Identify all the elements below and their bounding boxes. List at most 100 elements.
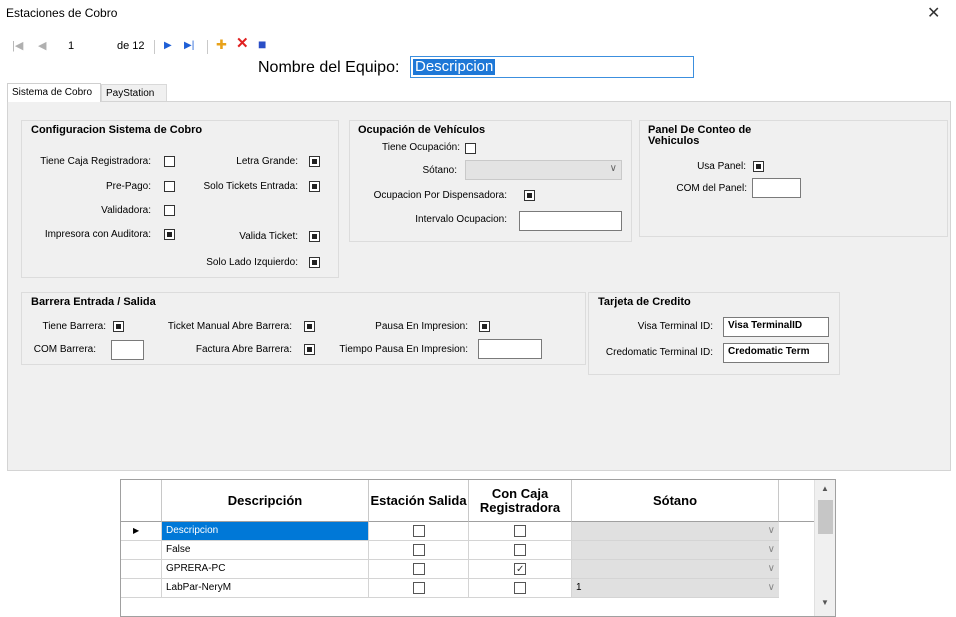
intervalo-input[interactable] — [519, 211, 622, 231]
ticket-manual-checkbox[interactable] — [304, 321, 315, 332]
scroll-up-icon[interactable]: ▲ — [821, 484, 829, 493]
com-barrera-label: COM Barrera: — [33, 344, 96, 355]
last-record-icon[interactable]: ▶| — [184, 39, 194, 53]
credomatic-label: Credomatic Terminal ID: — [605, 347, 713, 358]
intervalo-label: Intervalo Ocupacion: — [415, 214, 507, 225]
grid-cell-sotano-select[interactable]: ∨ — [572, 560, 779, 579]
tiempo-pausa-input[interactable] — [478, 339, 542, 359]
tiene-barrera-label: Tiene Barrera: — [42, 321, 106, 332]
barrera-title: Barrera Entrada / Salida — [31, 296, 156, 308]
col-header-estacion-salida[interactable]: Estación Salida — [369, 480, 469, 522]
com-barrera-input[interactable] — [111, 340, 144, 360]
con-caja-checkbox[interactable] — [514, 561, 526, 578]
grid-cell-estacion[interactable] — [369, 522, 469, 541]
row-header[interactable] — [121, 579, 162, 598]
solo-entrada-checkbox[interactable] — [309, 181, 320, 192]
grid-cell-descripcion[interactable]: GPRERA-PC — [162, 560, 369, 579]
ticket-manual-label: Ticket Manual Abre Barrera: — [167, 321, 292, 332]
chevron-down-icon: ∨ — [767, 563, 775, 574]
tab-paystation[interactable]: PayStation — [101, 84, 167, 101]
visa-terminal-input[interactable]: Visa TerminalID — [723, 317, 829, 337]
factura-barrera-checkbox[interactable] — [304, 344, 315, 355]
grid-cell-sotano-value: 1 — [576, 582, 582, 593]
record-count-label: de 12 — [117, 40, 145, 52]
equipo-label: Nombre del Equipo: — [258, 59, 400, 76]
pausa-impresion-label: Pausa En Impresion: — [375, 321, 468, 332]
sotano-label: Sótano: — [422, 165, 457, 176]
chevron-down-icon: ∨ — [609, 163, 617, 174]
equipo-input[interactable]: Descripcion — [410, 56, 694, 78]
dispensadora-label: Ocupacion Por Dispensadora: — [373, 190, 507, 201]
chevron-down-icon: ∨ — [767, 544, 775, 555]
con-caja-checkbox[interactable] — [514, 582, 526, 594]
estacion-salida-checkbox[interactable] — [413, 544, 425, 556]
credomatic-terminal-input[interactable]: Credomatic Term — [723, 343, 829, 363]
letra-grande-checkbox[interactable] — [309, 156, 320, 167]
con-caja-checkbox[interactable] — [514, 525, 526, 537]
pausa-impresion-checkbox[interactable] — [479, 321, 490, 332]
grid-cell-estacion[interactable] — [369, 560, 469, 579]
grid-cell-descripcion[interactable]: LabPar-NeryM — [162, 579, 369, 598]
previous-record-icon[interactable]: ◀ — [38, 39, 46, 53]
col-header-con-caja[interactable]: Con Caja Registradora — [469, 480, 572, 522]
window-title: Estaciones de Cobro — [6, 6, 118, 20]
grid-cell-sotano-select[interactable]: ∨ — [572, 522, 779, 541]
current-row-marker-icon: ▶ — [121, 522, 162, 541]
row-header[interactable] — [121, 541, 162, 560]
valida-ticket-checkbox[interactable] — [309, 231, 320, 242]
tab-sistema-de-cobro[interactable]: Sistema de Cobro — [7, 83, 101, 102]
row-header[interactable] — [121, 560, 162, 579]
tab-page-sistema-de-cobro: Configuracion Sistema de Cobro Tiene Caj… — [7, 101, 951, 471]
usa-panel-label: Usa Panel: — [697, 161, 746, 172]
solo-entrada-label: Solo Tickets Entrada: — [203, 181, 299, 192]
sotano-select[interactable]: ∨ — [465, 160, 622, 180]
grid-cell-con-caja[interactable] — [469, 522, 572, 541]
estacion-salida-checkbox[interactable] — [413, 525, 425, 537]
factura-barrera-label: Factura Abre Barrera: — [195, 344, 292, 355]
estacion-salida-checkbox[interactable] — [413, 563, 425, 575]
grid-cell-estacion[interactable] — [369, 579, 469, 598]
usa-panel-checkbox[interactable] — [753, 161, 764, 172]
panel-group: Panel De Conteo de Vehiculos Usa Panel: … — [639, 120, 948, 237]
dispensadora-checkbox[interactable] — [524, 190, 535, 201]
chevron-down-icon: ∨ — [767, 525, 775, 536]
first-record-icon[interactable]: |◀ — [12, 39, 23, 53]
con-caja-checkbox[interactable] — [514, 544, 526, 556]
tiene-barrera-checkbox[interactable] — [113, 321, 124, 332]
add-record-icon[interactable]: ✚ — [216, 38, 227, 52]
delete-record-icon[interactable]: ✕ — [236, 36, 249, 51]
save-icon[interactable]: ■ — [258, 37, 266, 51]
estacion-salida-checkbox[interactable] — [413, 582, 425, 594]
grid-cell-estacion[interactable] — [369, 541, 469, 560]
scroll-down-icon[interactable]: ▼ — [821, 598, 829, 607]
lado-izquierdo-checkbox[interactable] — [309, 257, 320, 268]
close-icon[interactable]: ✕ — [927, 3, 940, 23]
estaciones-grid[interactable]: Descripción Estación Salida Con Caja Reg… — [120, 479, 836, 617]
grid-cell-sotano-select[interactable]: ∨ — [572, 541, 779, 560]
grid-cell-descripcion[interactable]: Descripcion — [162, 522, 369, 541]
scrollbar-thumb[interactable] — [818, 500, 833, 534]
com-panel-input[interactable] — [752, 178, 801, 198]
vertical-scrollbar[interactable]: ▲ ▼ — [814, 480, 835, 616]
prepago-label: Pre-Pago: — [105, 181, 151, 192]
lado-izquierdo-label: Solo Lado Izquierdo: — [206, 257, 298, 268]
grid-cell-con-caja[interactable] — [469, 560, 572, 579]
grid-cell-con-caja[interactable] — [469, 579, 572, 598]
col-header-sotano[interactable]: Sótano — [572, 480, 779, 522]
com-panel-label: COM del Panel: — [676, 183, 747, 194]
grid-cell-sotano-select[interactable]: 1 ∨ — [572, 579, 779, 598]
ocupacion-title: Ocupación de Vehículos — [358, 124, 486, 136]
config-title: Configuracion Sistema de Cobro — [31, 124, 203, 136]
validadora-checkbox[interactable] — [164, 205, 175, 216]
caja-label: Tiene Caja Registradora: — [40, 156, 151, 167]
record-position-input[interactable] — [68, 38, 124, 54]
col-header-descripcion[interactable]: Descripción — [162, 480, 369, 522]
tiempo-pausa-label: Tiempo Pausa En Impresion: — [339, 344, 468, 355]
tiene-ocupacion-label: Tiene Ocupación: — [381, 142, 460, 153]
grid-cell-descripcion[interactable]: False — [162, 541, 369, 560]
grid-cell-con-caja[interactable] — [469, 541, 572, 560]
next-record-icon[interactable]: ▶ — [164, 39, 172, 53]
barrera-group: Barrera Entrada / Salida Tiene Barrera: … — [21, 292, 586, 365]
tiene-ocupacion-checkbox[interactable] — [465, 143, 476, 154]
visa-label: Visa Terminal ID: — [637, 321, 713, 332]
